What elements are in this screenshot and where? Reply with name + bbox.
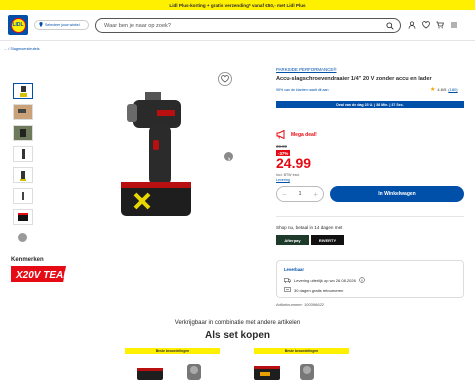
- svg-text:X20V TEAM: X20V TEAM: [15, 270, 66, 281]
- thumbnail-5[interactable]: [13, 167, 33, 183]
- recommendation-note: 95% van de klanten raadt dit aan: [276, 88, 329, 92]
- logo-text: LIDL: [10, 17, 26, 33]
- return-policy-line: 30 dagen gratis retourneren: [284, 287, 343, 293]
- add-to-cart-button[interactable]: In Winkelwagen: [330, 186, 464, 202]
- rating-value: 4.6/5: [437, 87, 447, 92]
- riverty-logo[interactable]: RIVERTY: [311, 235, 344, 245]
- return-policy: 30 dagen gratis retourneren: [294, 287, 344, 293]
- thumbnail-6[interactable]: [13, 188, 33, 204]
- store-selector[interactable]: Selecteer jouw winkel: [34, 20, 89, 30]
- mega-deal-text: Mega deal!: [291, 132, 317, 138]
- search-placeholder: Waar ben je naar op zoek?: [104, 22, 171, 29]
- combo-product-1[interactable]: [135, 360, 215, 380]
- pay-later-text: Shop nu, betaal in 14 dagen met: [276, 225, 343, 230]
- pay-later-logos: Afterpay RIVERTY: [276, 235, 344, 245]
- current-price: 24.99: [276, 155, 312, 171]
- menu-icon[interactable]: [450, 21, 458, 29]
- lidl-logo[interactable]: LIDL: [8, 15, 28, 35]
- favorite-button[interactable]: [218, 72, 232, 86]
- quantity-decrease-button[interactable]: −: [282, 190, 287, 199]
- product-series-link[interactable]: PARKSIDE PERFORMANCE®: [276, 67, 336, 72]
- best-rated-badge-1: Beste beoordelingen: [125, 348, 220, 354]
- thumbnail-7[interactable]: [13, 209, 33, 225]
- delivery-cost-link[interactable]: Levering: [276, 178, 300, 183]
- afterpay-logo[interactable]: Afterpay: [276, 235, 309, 245]
- thumbnail-2[interactable]: [13, 104, 33, 120]
- info-icon[interactable]: [359, 277, 365, 284]
- user-icon[interactable]: [408, 21, 416, 29]
- product-title: Accu-slagschroevendraaier 1/4" 20 V zond…: [276, 76, 432, 82]
- store-selector-label: Selecteer jouw winkel: [45, 23, 80, 27]
- truck-icon: [284, 277, 291, 284]
- product-rating[interactable]: ★ 4.6/5 (180): [430, 86, 458, 93]
- promo-banner-text: Lidl Plus-korting + gratis verzending* v…: [169, 2, 306, 8]
- combo-subtitle: Verkrijgbaar in combinatie met andere ar…: [174, 320, 301, 326]
- quantity-stepper[interactable]: − 1 +: [276, 186, 324, 202]
- delivery-info-box: Leverbaar Levering uiterlijk op wo 26.08…: [276, 260, 464, 298]
- promo-banner[interactable]: Lidl Plus-korting + gratis verzending* v…: [0, 0, 475, 10]
- breadcrumb-ellipsis[interactable]: ...: [4, 47, 7, 51]
- return-icon: [284, 287, 291, 293]
- thumbnails-more-button[interactable]: [18, 233, 27, 242]
- combo-title: Als set kopen: [204, 330, 271, 341]
- cart-icon[interactable]: [436, 21, 444, 29]
- favorites-icon[interactable]: [422, 21, 430, 29]
- header-icons: [408, 21, 458, 29]
- chevron-right-icon: [227, 148, 231, 166]
- thumbnail-3[interactable]: [13, 125, 33, 141]
- site-header: LIDL Selecteer jouw winkel Waar ben je n…: [0, 10, 475, 41]
- thumbnail-strip: [13, 83, 33, 242]
- article-number: Artikelnummer: 100396622: [276, 302, 325, 307]
- thumbnail-4[interactable]: [13, 146, 33, 162]
- vat-info: Incl. BTW excl. Levering: [276, 173, 300, 183]
- best-rated-badge-2: Beste beoordelingen: [254, 348, 349, 354]
- quantity-value[interactable]: 1: [299, 191, 302, 197]
- megaphone-icon: [276, 126, 286, 144]
- heart-icon: [221, 70, 229, 88]
- thumbnail-1[interactable]: [13, 83, 33, 99]
- old-price: 39.99: [276, 144, 287, 149]
- combo-product-2[interactable]: [250, 360, 330, 380]
- breadcrumb-current[interactable]: Slagmoersleutels: [10, 47, 39, 51]
- breadcrumb: ... / Slagmoersleutels: [4, 47, 39, 51]
- deal-of-day-bar: Deal van de dag 23 U. | 38 Min. | 37 Sec…: [276, 101, 464, 108]
- search-input[interactable]: Waar ben je naar op zoek?: [95, 18, 401, 33]
- delivery-status: Leverbaar: [284, 267, 305, 272]
- brands-title: Kenmerken: [11, 257, 44, 263]
- mega-deal-label: Mega deal!: [276, 126, 317, 144]
- quantity-increase-button[interactable]: +: [313, 190, 318, 199]
- product-main-image[interactable]: [105, 80, 205, 230]
- star-icon: ★: [430, 87, 436, 93]
- section-divider: [276, 216, 464, 217]
- rating-count[interactable]: (180): [448, 87, 457, 92]
- delivery-date-line: Levering uiterlijk op wo 26.08.2026: [284, 277, 365, 284]
- delivery-date: Levering uiterlijk op wo 26.08.2026: [294, 278, 356, 283]
- x20v-team-logo[interactable]: X20V TEAM: [8, 266, 72, 282]
- search-icon[interactable]: [386, 22, 394, 32]
- image-next-button[interactable]: [224, 152, 233, 161]
- store-pin-icon: [39, 22, 43, 28]
